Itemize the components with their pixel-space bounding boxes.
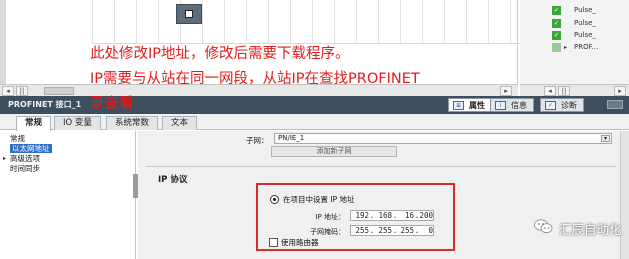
scroll-right-icon[interactable]: ▸ [500,86,512,96]
check-icon: ✓ [552,31,561,40]
tab-general[interactable]: 常规 [16,116,52,131]
device-label: Pulse_ [574,31,596,39]
ip-octet: 168 [378,211,392,220]
tab-texts[interactable]: 文本 [162,116,198,130]
mask-octet: 255 [355,226,369,235]
annotation-line-2: IP需要与从站在同一网段，从站IP在查找PROFINET [90,71,420,87]
mask-octet: 0 [428,226,433,235]
radio-button[interactable] [270,195,279,204]
ip-octet: 192 [355,211,369,220]
scroll-divider-icon: || [16,86,28,96]
tab-label: 诊断 [561,101,577,110]
info-icon: i [495,101,506,110]
wechat-icon [534,219,553,234]
tab-info[interactable]: i 信息 [490,98,534,112]
use-router-checkbox[interactable] [269,238,278,247]
mask-octet: 255 [378,226,392,235]
check-icon: ✓ [552,6,561,15]
radio-dot-icon [273,198,276,201]
subnet-select[interactable]: PN/IE_1 ▾ [274,133,612,144]
tab-system-constants[interactable]: 系统常数 [106,116,159,130]
chevron-down-icon[interactable]: ▾ [601,135,610,142]
device-label: Pulse_ [574,6,596,14]
radio-label: 在项目中设置 IP 地址 [283,195,355,204]
add-subnet-button[interactable]: 添加新子网 [271,146,397,157]
device-list: ✓ Pulse_ ✓ Pulse_ ✓ Pulse_ ▸ PROF... [520,0,629,84]
tab-io-tags[interactable]: IO 变量 [54,116,101,130]
mask-octet: 255 [400,226,414,235]
ip-address-input[interactable]: 192 . 168 . 16 . 200 [350,210,434,221]
tab-diagnostics[interactable]: ✓ 诊断 [540,98,584,112]
subnet-mask-input[interactable]: 255 . 255 . 255 . 0 [350,225,434,236]
nav-item-time-sync[interactable]: 时间同步 [10,164,40,173]
device-list-scrollbar[interactable]: ◂ || ▸ [520,84,629,96]
device-list-row[interactable]: ✓ Pulse_ [546,30,629,41]
panel-window-controls[interactable] [607,100,623,109]
ip-octet: 16 [404,211,414,220]
scroll-left-icon[interactable]: ◂ [2,86,14,96]
diagnostics-icon: ✓ [545,101,556,110]
scroll-divider-icon: || [558,86,570,96]
watermark-text: 汇辰自动化 [559,222,622,237]
tab-properties[interactable]: ≡ 属性 [448,98,492,112]
device-list-row[interactable]: ▸ PROF... [546,42,629,53]
module-icon [552,43,561,52]
ip-address-label: IP 地址： [315,213,345,221]
device-list-row[interactable]: ✓ Pulse_ [546,18,629,29]
nav-item-ethernet-address[interactable]: 以太网地址 [10,144,52,153]
device-label: Pulse_ [574,19,596,27]
device-list-row[interactable]: ✓ Pulse_ [546,5,629,16]
nav-item-advanced-options[interactable]: 高级选项 [10,154,40,163]
scroll-left-icon[interactable]: ◂ [544,86,556,96]
subnet-mask-label: 子网掩码： [310,228,345,236]
subnet-label: 子网： [246,136,269,145]
network-grid [92,0,520,44]
nav-item-general[interactable]: 常规 [10,134,25,143]
ip-octet: 200 [419,211,433,220]
annotation-line-3: 录查看 [90,96,134,112]
tab-label: 属性 [469,101,485,110]
content-scrollbar[interactable] [620,131,629,259]
expand-arrow-icon[interactable]: ▸ [564,42,567,53]
plc-device[interactable] [176,4,202,24]
expand-arrow-icon[interactable]: ▸ [3,154,6,163]
use-router-label: 使用路由器 [281,238,319,247]
tabs-row: 常规 IO 变量 系统常数 文本 [0,114,629,131]
annotation-line-1: 此处修改IP地址，修改后需要下载程序。 [90,46,350,62]
device-label: PROF... [574,43,599,51]
subnet-value: PN/IE_1 [278,134,305,142]
panel-title: PROFINET 接口_1 [8,100,82,109]
section-divider [146,166,616,167]
properties-nav-tree: 常规 以太网地址 ▸ 高级选项 时间同步 [0,131,136,259]
ethernet-port-icon [185,10,193,18]
tab-label: 信息 [511,101,527,110]
properties-icon: ≡ [453,101,464,110]
section-title-ip-protocol: IP 协议 [158,175,188,185]
scroll-right-icon[interactable]: ▸ [614,86,626,96]
check-icon: ✓ [552,19,561,28]
scroll-thumb[interactable] [44,87,74,95]
